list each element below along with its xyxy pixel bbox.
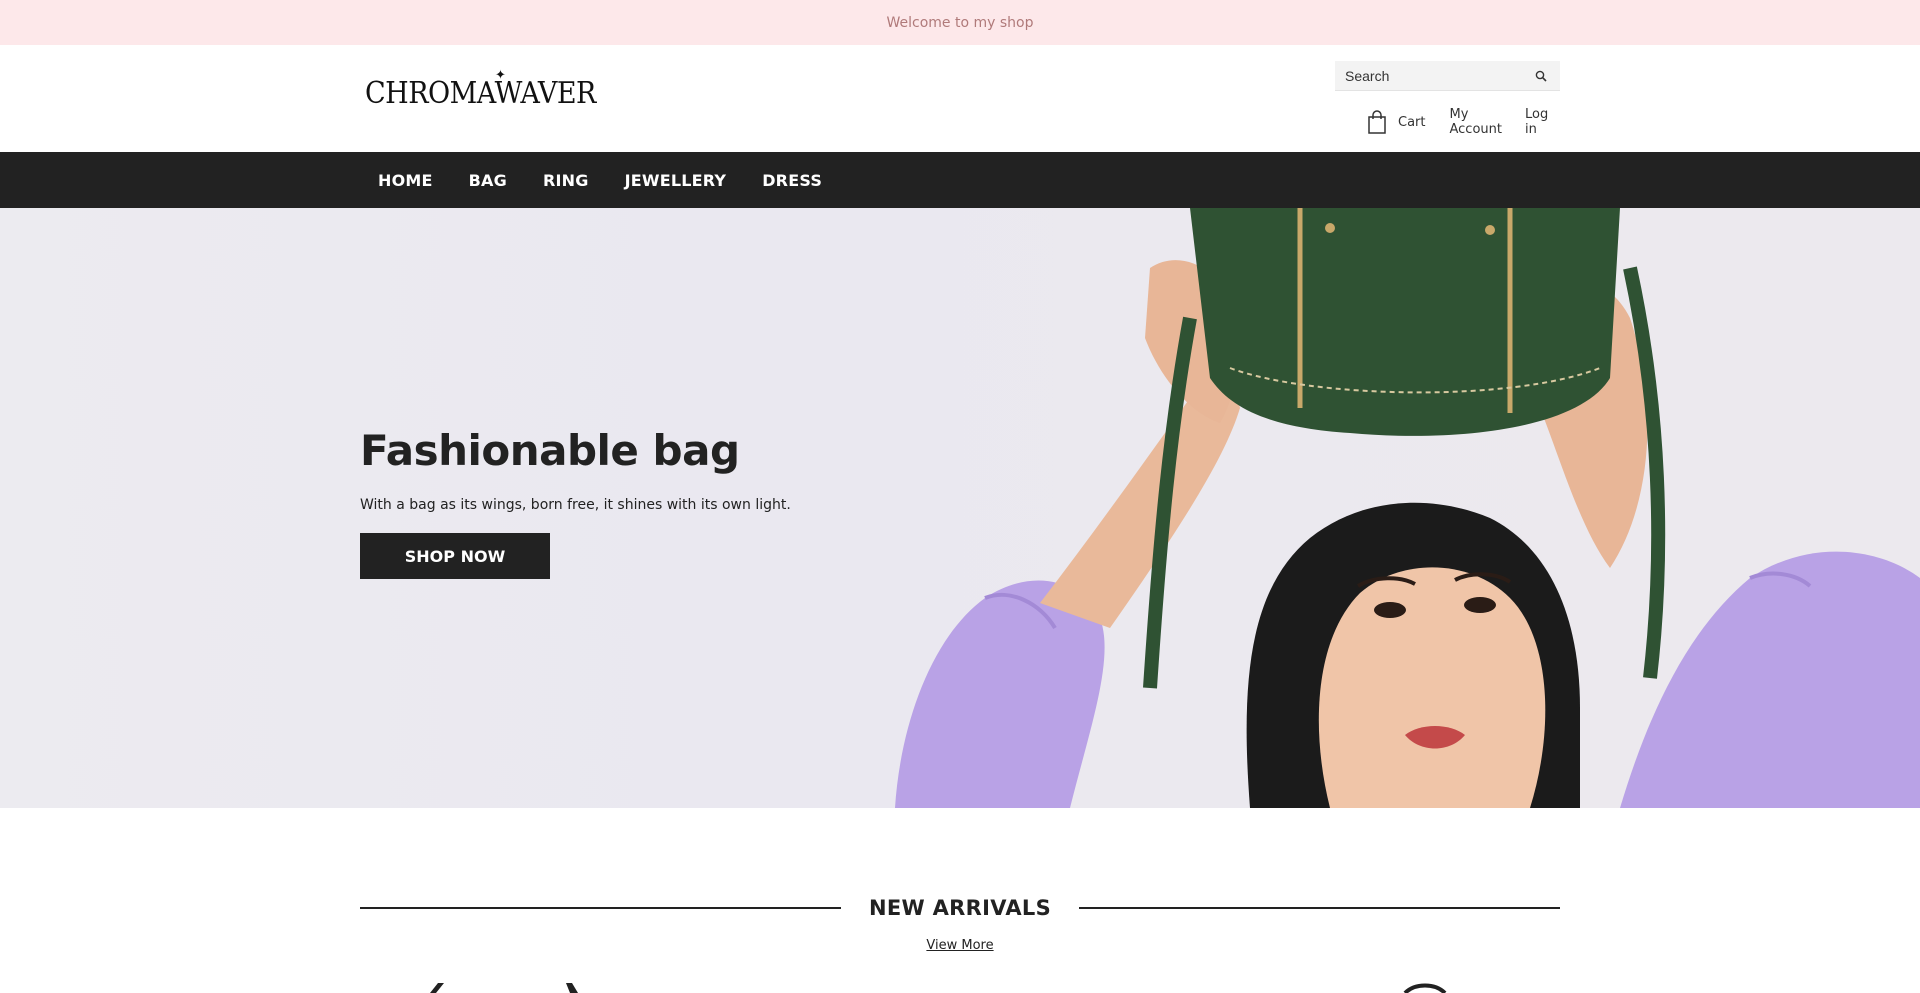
section-title: NEW ARRIVALS <box>869 896 1051 920</box>
section-header: NEW ARRIVALS <box>360 888 1560 928</box>
nav-item-jewellery[interactable]: JEWELLERY <box>607 171 745 190</box>
hero-subtitle: With a bag as its wings, born free, it s… <box>360 497 791 513</box>
logo[interactable]: CHROMAWAVER ✦ <box>365 68 596 113</box>
search-input[interactable] <box>1335 61 1525 90</box>
cart-link[interactable]: Cart <box>1366 110 1426 134</box>
site-header: CHROMAWAVER ✦ Cart My Account Log in <box>0 45 1920 152</box>
nav-item-home[interactable]: HOME <box>360 171 451 190</box>
announcement-text: Welcome to my shop <box>886 14 1034 31</box>
my-account-link[interactable]: My Account <box>1450 107 1517 137</box>
hero-image <box>895 208 1920 808</box>
shop-now-button[interactable]: SHOP NOW <box>360 533 550 579</box>
search-icon <box>1535 70 1547 82</box>
nav-item-ring[interactable]: RING <box>525 171 607 190</box>
product-image-peek-left <box>430 983 578 993</box>
hero-title: Fashionable bag <box>360 426 740 475</box>
product-image-peek-right <box>1403 983 1447 993</box>
login-link[interactable]: Log in <box>1525 107 1560 137</box>
logo-text: CHROMAWAVER <box>365 76 596 111</box>
divider-line-right <box>1079 907 1560 909</box>
nav-item-bag[interactable]: BAG <box>451 171 525 190</box>
new-arrivals-section: NEW ARRIVALS View More <box>0 808 1920 993</box>
divider-line-left <box>360 907 841 909</box>
search-button[interactable] <box>1525 61 1557 91</box>
account-row: Cart My Account Log in <box>1366 107 1560 137</box>
shopping-bag-icon <box>1368 110 1386 134</box>
announcement-bar: Welcome to my shop <box>0 0 1920 45</box>
view-more-row: View More <box>0 934 1920 953</box>
logo-star-icon: ✦ <box>495 68 506 83</box>
main-nav: HOME BAG RING JEWELLERY DRESS <box>0 152 1920 208</box>
cart-label: Cart <box>1398 114 1426 130</box>
hero-banner: Fashionable bag With a bag as its wings,… <box>0 208 1920 808</box>
hero-content: Fashionable bag With a bag as its wings,… <box>360 426 791 579</box>
view-more-link[interactable]: View More <box>926 938 993 953</box>
nav-item-dress[interactable]: DRESS <box>744 171 840 190</box>
search-box <box>1335 61 1560 91</box>
